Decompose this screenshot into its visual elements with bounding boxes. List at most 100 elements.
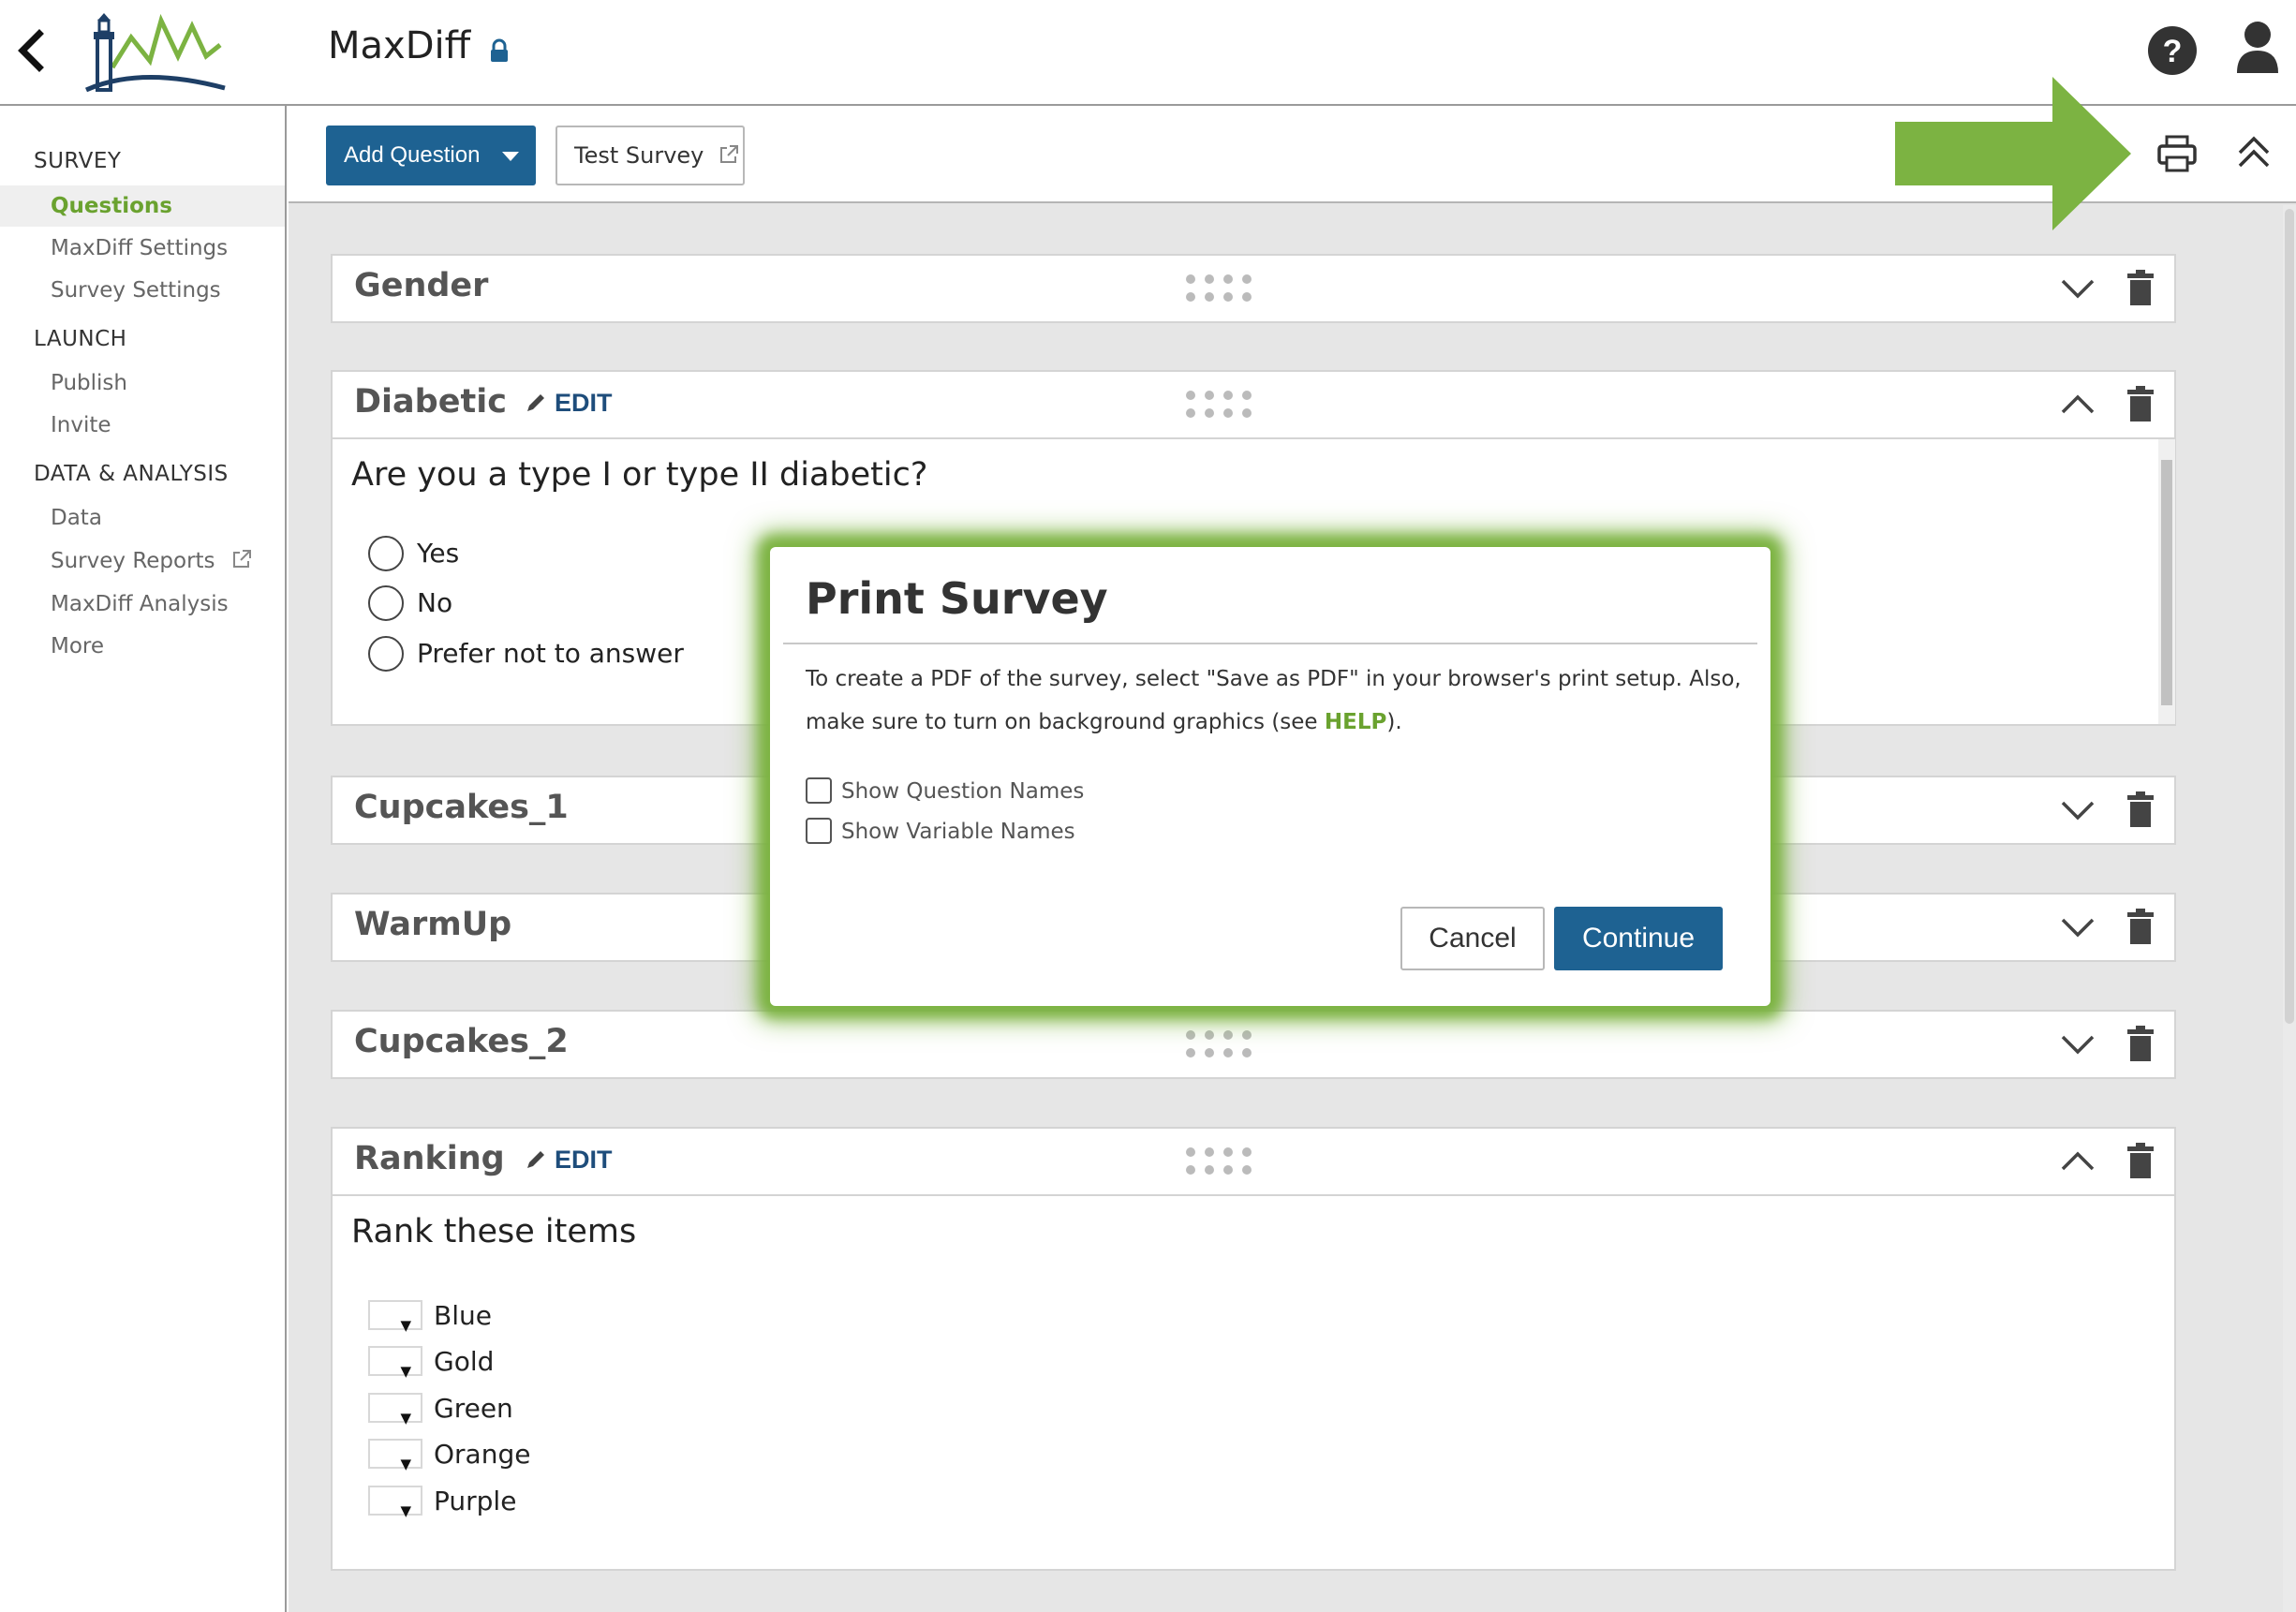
chevron-down-icon[interactable] [2059, 913, 2096, 941]
rank-select[interactable] [368, 1393, 422, 1437]
add-question-label: Add Question [344, 142, 481, 168]
trash-icon[interactable] [2127, 1143, 2154, 1178]
lock-icon [491, 38, 508, 62]
rank-item-purple: Purple [368, 1483, 517, 1530]
rank-select[interactable] [368, 1346, 422, 1390]
option-label: Purple [434, 1486, 517, 1516]
sidebar-item-more[interactable]: More [0, 626, 285, 667]
rank-select[interactable] [368, 1300, 422, 1344]
back-arrow-icon[interactable] [7, 26, 54, 73]
sidebar-item-invite[interactable]: Invite [0, 405, 285, 446]
option-yes[interactable]: Yes [368, 535, 459, 572]
option-label: Yes [417, 538, 460, 569]
toolbar: Add Question Test Survey [289, 108, 2296, 203]
cancel-button[interactable]: Cancel [1400, 907, 1545, 970]
radio-button[interactable] [368, 636, 404, 672]
test-survey-label: Test Survey [574, 142, 704, 169]
top-bar: MaxDiff ? [0, 0, 2296, 106]
option-label: Orange [434, 1439, 531, 1470]
rank-item-green: Green [368, 1390, 513, 1437]
option-prefer-not[interactable]: Prefer not to answer [368, 635, 684, 673]
sidebar-section-survey: SURVEY [34, 149, 122, 173]
edit-question-link[interactable]: EDIT [525, 1146, 613, 1175]
show-variable-names-option[interactable]: Show Variable Names [806, 816, 1075, 848]
sidebar-section-data-analysis: DATA & ANALYSIS [34, 462, 229, 486]
question-title: Gender [354, 267, 489, 304]
question-text: Rank these items [351, 1213, 637, 1250]
sidebar-item-publish[interactable]: Publish [0, 362, 285, 404]
collapse-all-icon[interactable] [2235, 132, 2273, 173]
rank-item-gold: Gold [368, 1343, 495, 1390]
radio-button[interactable] [368, 536, 404, 571]
question-header[interactable]: Ranking EDIT [333, 1129, 2174, 1194]
sidebar-item-survey-reports[interactable]: Survey Reports [0, 540, 285, 582]
drag-handle-icon[interactable] [1185, 390, 1255, 420]
question-header[interactable]: Cupcakes_2 [333, 1012, 2174, 1077]
rank-item-blue: Blue [368, 1297, 492, 1344]
sidebar-item-label: Survey Reports [51, 549, 215, 573]
checkbox[interactable] [806, 818, 832, 844]
show-question-names-option[interactable]: Show Question Names [806, 776, 1084, 807]
edit-question-link[interactable]: EDIT [525, 389, 613, 418]
caret-down-icon [502, 152, 519, 161]
edit-label: EDIT [555, 1146, 613, 1174]
question-header[interactable]: Diabetic EDIT [333, 372, 2174, 437]
print-survey-dialog: Print Survey To create a PDF of the surv… [778, 555, 1763, 998]
pencil-icon [527, 394, 544, 411]
question-card-gender: Gender [331, 254, 2176, 323]
add-question-button[interactable]: Add Question [326, 126, 536, 185]
print-icon[interactable] [2157, 135, 2197, 172]
trash-icon[interactable] [2127, 386, 2154, 421]
dialog-message-end: ). [1386, 710, 1402, 734]
page-scrollbar-thumb[interactable] [2285, 209, 2294, 1024]
question-title: Cupcakes_2 [354, 1023, 569, 1060]
chevron-up-icon[interactable] [2059, 391, 2096, 419]
external-link-icon [720, 145, 739, 163]
rank-select[interactable] [368, 1439, 422, 1483]
question-title: Cupcakes_1 [354, 789, 569, 826]
sidebar-item-maxdiff-analysis[interactable]: MaxDiff Analysis [0, 584, 285, 625]
checkbox-label: Show Question Names [841, 779, 1085, 804]
question-title: Diabetic [354, 383, 507, 421]
chevron-down-icon[interactable] [2059, 1030, 2096, 1058]
question-text: Are you a type I or type II diabetic? [351, 456, 928, 494]
option-label: No [417, 587, 453, 618]
test-survey-button[interactable]: Test Survey [555, 126, 745, 185]
pencil-icon [527, 1151, 544, 1168]
svg-text:?: ? [2163, 34, 2183, 69]
drag-handle-icon[interactable] [1185, 274, 1255, 303]
help-link[interactable]: HELP [1325, 710, 1386, 734]
option-label: Gold [434, 1346, 495, 1377]
option-no[interactable]: No [368, 584, 452, 622]
chevron-down-icon[interactable] [2059, 796, 2096, 824]
sidebar-item-questions[interactable]: Questions [0, 185, 285, 227]
option-label: Blue [434, 1300, 492, 1331]
external-link-icon [232, 550, 251, 568]
help-icon[interactable]: ? [2147, 25, 2198, 76]
user-icon[interactable] [2235, 21, 2280, 75]
checkbox-label: Show Variable Names [841, 820, 1075, 844]
radio-button[interactable] [368, 585, 404, 621]
sidebar-item-data[interactable]: Data [0, 497, 285, 539]
dialog-message: To create a PDF of the survey, select "S… [806, 658, 1742, 744]
edit-label: EDIT [555, 389, 613, 417]
sidebar: SURVEY Questions MaxDiff Settings Survey… [0, 106, 287, 1612]
chevron-up-icon[interactable] [2059, 1147, 2096, 1176]
rank-item-orange: Orange [368, 1436, 531, 1483]
drag-handle-icon[interactable] [1185, 1146, 1255, 1176]
continue-button[interactable]: Continue [1554, 907, 1723, 970]
question-card-cupcakes-2: Cupcakes_2 [331, 1010, 2176, 1079]
sidebar-item-maxdiff-settings[interactable]: MaxDiff Settings [0, 228, 285, 269]
question-scrollbar-thumb[interactable] [2161, 460, 2172, 705]
drag-handle-icon[interactable] [1185, 1029, 1255, 1059]
chevron-down-icon[interactable] [2059, 274, 2096, 303]
dialog-message-text: To create a PDF of the survey, select "S… [806, 667, 1741, 734]
rank-select[interactable] [368, 1486, 422, 1530]
question-header[interactable]: Gender [333, 256, 2174, 321]
trash-icon[interactable] [2127, 909, 2154, 944]
trash-icon[interactable] [2127, 791, 2154, 827]
sidebar-item-survey-settings[interactable]: Survey Settings [0, 270, 285, 311]
trash-icon[interactable] [2127, 270, 2154, 305]
checkbox[interactable] [806, 777, 832, 804]
trash-icon[interactable] [2127, 1026, 2154, 1061]
